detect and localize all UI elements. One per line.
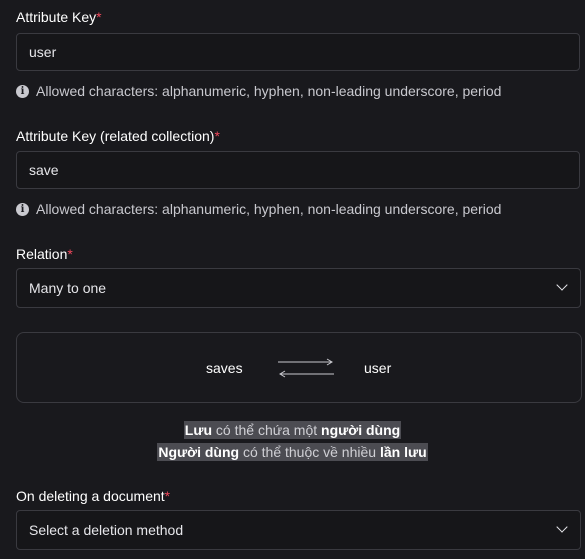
on-delete-label-text: On deleting a document (16, 488, 165, 504)
summary-highlight: Người dùng có thể thuộc về nhiều lần lưu (157, 443, 428, 461)
relation-label-text: Relation (16, 246, 68, 262)
relation-summary-line-1: Lưu có thể chứa một người dùng (0, 419, 585, 441)
required-mark: * (96, 9, 102, 25)
related-key-label: Attribute Key (related collection)* (16, 127, 220, 145)
chevron-down-icon (556, 521, 568, 533)
attribute-key-helper-text: Allowed characters: alphanumeric, hyphen… (36, 83, 502, 99)
summary-bold: người dùng (321, 422, 401, 438)
attribute-key-label: Attribute Key* (16, 8, 102, 26)
relation-label: Relation* (16, 245, 73, 263)
attribute-key-input[interactable]: user (16, 33, 580, 71)
summary-highlight: Lưu có thể chứa một người dùng (183, 421, 402, 439)
on-delete-label: On deleting a document* (16, 487, 170, 505)
relation-selected-value: Many to one (29, 280, 107, 296)
chevron-down-icon (556, 279, 568, 291)
attribute-key-label-text: Attribute Key (16, 9, 97, 25)
attribute-key-helper: i Allowed characters: alphanumeric, hyph… (16, 82, 501, 100)
required-mark: * (164, 488, 171, 504)
summary-bold: Lưu (184, 422, 213, 438)
summary-bold: Người dùng (158, 444, 240, 460)
diagram-left-label: saves (206, 360, 243, 376)
required-mark: * (67, 246, 73, 262)
relation-select[interactable]: Many to one (16, 268, 581, 308)
related-key-label-text: Attribute Key (related collection) (16, 128, 215, 144)
related-key-helper: i Allowed characters: alphanumeric, hyph… (16, 200, 501, 218)
summary-text: có thể chứa một (212, 422, 322, 438)
required-mark: * (214, 128, 220, 144)
relation-diagram: saves user (16, 332, 582, 403)
deletion-method-select[interactable]: Select a deletion method (16, 510, 581, 550)
bidirectional-arrows-icon (278, 358, 334, 378)
info-icon: i (16, 84, 29, 98)
summary-bold: lần lưu (379, 444, 427, 460)
deletion-method-placeholder: Select a deletion method (29, 522, 184, 538)
relation-summary-line-2: Người dùng có thể thuộc về nhiều lần lưu (0, 441, 585, 463)
related-key-helper-text: Allowed characters: alphanumeric, hyphen… (36, 201, 502, 217)
info-icon: i (16, 202, 29, 216)
related-key-input[interactable]: save (16, 151, 580, 189)
diagram-right-label: user (364, 360, 392, 376)
summary-text: có thể thuộc về nhiều (239, 444, 380, 460)
